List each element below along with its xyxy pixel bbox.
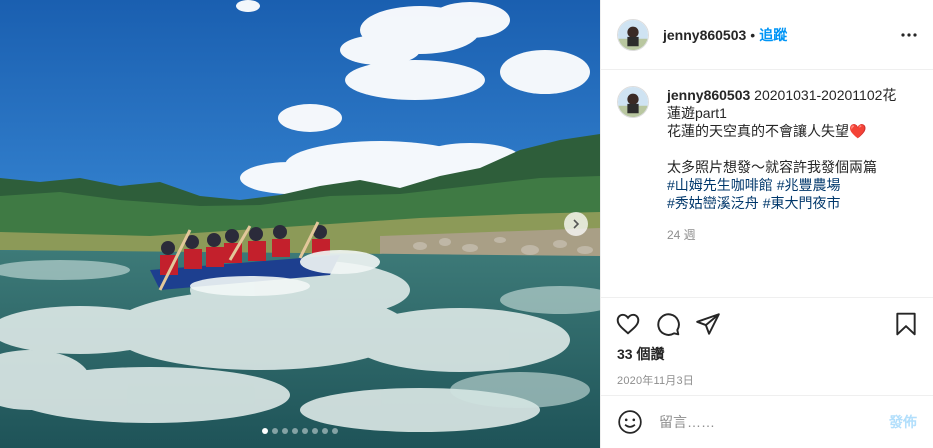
save-button[interactable]	[893, 311, 919, 337]
caption-line2: 花蓮的天空真的不會讓人失望	[667, 123, 849, 139]
separator-dot: •	[750, 26, 756, 43]
hashtag-link[interactable]: #兆豐農場	[777, 177, 841, 193]
carousel-dot	[262, 428, 268, 434]
caption-title: 20201031-20201102花	[750, 87, 897, 103]
post-side-panel: jenny860503 • 追蹤 jenny860503 20201031-20…	[600, 0, 933, 448]
post-photo[interactable]	[0, 0, 600, 448]
post-comment-button[interactable]: 發佈	[889, 412, 917, 432]
carousel-dot	[322, 428, 328, 434]
caption-time-ago[interactable]: 24 週	[667, 226, 896, 244]
heart-icon	[616, 313, 640, 335]
follow-button[interactable]: 追蹤	[759, 25, 787, 45]
hashtag-link[interactable]: #山姆先生咖啡館	[667, 177, 773, 193]
caption-text: jenny860503 20201031-20201102花 蓮遊part1 花…	[667, 86, 896, 297]
carousel-dot	[282, 428, 288, 434]
action-bar	[601, 298, 933, 340]
share-icon	[696, 313, 720, 335]
post-header: jenny860503 • 追蹤	[601, 0, 933, 70]
comment-icon	[657, 313, 680, 336]
profile-photo	[618, 19, 648, 50]
hashtag-link[interactable]: #秀姑巒溪泛舟	[667, 195, 759, 211]
heart-emoji: ❤️	[849, 123, 867, 139]
caption-title-cont: 蓮遊part1	[667, 105, 727, 121]
carousel-dot	[332, 428, 338, 434]
hashtag-link[interactable]: #東大門夜市	[763, 195, 841, 211]
caption-line3: 太多照片想發～就容許我發個兩篇	[667, 159, 877, 175]
avatar[interactable]	[617, 18, 649, 51]
carousel-dot	[292, 428, 298, 434]
carousel-indicator	[0, 428, 600, 434]
more-horizontal-icon	[901, 32, 917, 37]
carousel-dot	[312, 428, 318, 434]
post-username[interactable]: jenny860503	[663, 27, 746, 43]
like-button[interactable]	[615, 311, 641, 337]
carousel-dot	[272, 428, 278, 434]
more-options-button[interactable]	[901, 32, 917, 37]
caption-section: jenny860503 20201031-20201102花 蓮遊part1 花…	[601, 70, 933, 298]
profile-photo	[618, 87, 648, 117]
chevron-right-icon	[573, 219, 580, 229]
post-date[interactable]: 2020年11月3日	[601, 364, 933, 388]
bookmark-icon	[896, 312, 916, 336]
instagram-post-dialog: jenny860503 • 追蹤 jenny860503 20201031-20…	[0, 0, 933, 448]
share-button[interactable]	[695, 311, 721, 337]
comment-input[interactable]	[657, 413, 889, 431]
emoji-button[interactable]	[617, 409, 643, 435]
caption-username[interactable]: jenny860503	[667, 87, 750, 103]
comment-button[interactable]	[655, 311, 681, 337]
carousel-dot	[302, 428, 308, 434]
smiley-icon	[618, 410, 642, 434]
likes-count[interactable]: 33 個讚	[601, 340, 933, 364]
caption-avatar[interactable]	[617, 86, 649, 118]
comment-box: 發佈	[601, 395, 933, 448]
rafting-photo	[0, 0, 600, 448]
carousel-next-button[interactable]	[564, 212, 588, 236]
